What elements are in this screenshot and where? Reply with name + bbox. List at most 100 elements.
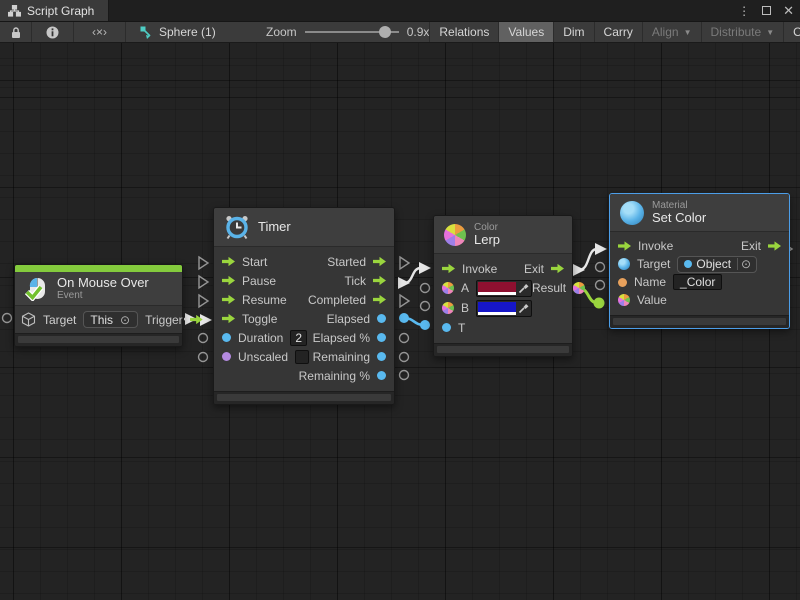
port-lerp-b-in: [421, 302, 430, 311]
exit-port-label: Exit: [524, 262, 544, 276]
toolbar-button-align[interactable]: Align▼: [643, 22, 702, 42]
timer-output-label: Completed: [308, 293, 366, 307]
zoom-slider[interactable]: [305, 31, 399, 33]
string-port-icon[interactable]: [618, 278, 627, 287]
color-port-icon[interactable]: [573, 282, 585, 294]
wire-tick-to-invoke: [404, 268, 421, 283]
node-footer[interactable]: [15, 333, 182, 346]
port-timer-remaining-out: [400, 353, 409, 362]
toolbar-button-dim[interactable]: Dim: [554, 22, 594, 42]
lock-button[interactable]: [0, 22, 32, 42]
value-port-icon[interactable]: [377, 314, 386, 323]
value-port-icon[interactable]: [222, 333, 231, 342]
name-input[interactable]: _Color: [673, 274, 722, 290]
color-port-icon[interactable]: [442, 302, 454, 314]
flow-arrow-icon[interactable]: [373, 257, 386, 267]
flow-arrow-icon[interactable]: [222, 295, 235, 305]
toolbar-button-overview[interactable]: Overview: [784, 22, 800, 42]
duration-input[interactable]: 2: [290, 330, 307, 346]
zoom-value: 0.9x: [407, 25, 430, 39]
value-port-icon[interactable]: [442, 323, 451, 332]
flow-arrow-icon[interactable]: [551, 264, 564, 274]
flow-arrow-icon[interactable]: [190, 315, 203, 325]
value-port-label: Value: [637, 293, 667, 307]
port-lerp-invoke-in: [419, 262, 431, 274]
timer-input-label: Duration: [238, 331, 283, 345]
color-a-field[interactable]: [476, 280, 532, 297]
value-port-icon[interactable]: [377, 352, 386, 361]
graph-canvas[interactable]: On Mouse Over Event Target This ⊙ Trigge…: [0, 43, 800, 600]
window-menu-icon[interactable]: ⋮: [738, 4, 750, 18]
color-port-icon[interactable]: [442, 282, 454, 294]
zoom-label: Zoom: [266, 25, 297, 39]
bool-port-icon[interactable]: [222, 352, 231, 361]
name-port-label: Name: [634, 275, 666, 289]
port-setcolor-invoke-in: [595, 243, 607, 255]
node-color-lerp[interactable]: Color Lerp Invoke Exit A Result B: [433, 215, 573, 357]
eyedropper-icon[interactable]: [518, 302, 530, 314]
flow-arrow-icon[interactable]: [768, 241, 781, 251]
t-port-label: T: [458, 321, 465, 335]
port-timer-started-out: [400, 257, 409, 269]
object-picker-icon[interactable]: ⊙: [737, 258, 754, 270]
tab-script-graph[interactable]: Script Graph: [0, 0, 109, 21]
node-footer[interactable]: [214, 391, 394, 404]
window-maximize-icon[interactable]: [762, 6, 771, 15]
port-lerp-a-in: [421, 284, 430, 293]
target-object-field[interactable]: Object ⊙: [677, 256, 757, 273]
timer-input-label: Unscaled: [238, 350, 288, 364]
flow-arrow-icon[interactable]: [373, 295, 386, 305]
window-close-icon[interactable]: ✕: [783, 3, 794, 19]
lock-icon: [10, 26, 22, 39]
color-b-field[interactable]: [476, 300, 532, 317]
graph-target-selector[interactable]: Sphere (1): [140, 25, 232, 39]
zoom-slider-handle[interactable]: [379, 26, 391, 38]
material-port-icon[interactable]: [618, 258, 630, 270]
flow-arrow-icon[interactable]: [222, 257, 235, 267]
port-lerp-exit-out: [573, 264, 585, 276]
node-on-mouse-over[interactable]: On Mouse Over Event Target This ⊙ Trigge…: [14, 264, 183, 347]
port-lerp-t-in: [420, 320, 430, 330]
node-footer[interactable]: [434, 343, 572, 356]
mouse-over-icon: [25, 277, 49, 301]
node-footer[interactable]: [610, 315, 789, 328]
flow-arrow-icon[interactable]: [222, 276, 235, 286]
code-view-button[interactable]: ‹×›: [74, 22, 126, 42]
node-title: Lerp: [474, 233, 500, 247]
result-port-label: Result: [532, 281, 566, 295]
info-button[interactable]: [32, 22, 74, 42]
toolbar-button-distribute[interactable]: Distribute▼: [702, 22, 785, 42]
flow-arrow-icon[interactable]: [442, 264, 455, 274]
node-set-color[interactable]: Material Set Color Invoke Exit Target Ob…: [609, 193, 790, 329]
graph-toolbar: ‹×› Sphere (1) Zoom 0.9x Relations Value…: [0, 21, 800, 43]
graph-target-label: Sphere (1): [159, 25, 216, 39]
port-setcolor-name-in: [596, 281, 605, 290]
window-tab-bar: Script Graph ⋮ ✕: [0, 0, 800, 21]
port-timer-elapsed-out: [399, 313, 409, 323]
port-timer-tick-out: [398, 277, 410, 289]
timer-output-label: Elapsed: [327, 312, 370, 326]
material-sphere-icon: [620, 201, 644, 225]
node-timer[interactable]: Timer Start Started Pause Tick Resume Co…: [213, 207, 395, 405]
port-timer-completed-out: [400, 295, 409, 307]
eyedropper-icon[interactable]: [518, 282, 530, 294]
port-setcolor-target-in: [596, 263, 605, 272]
port-timer-duration-in: [199, 334, 208, 343]
port-timer-unscaled-in: [199, 353, 208, 362]
color-port-icon[interactable]: [618, 294, 630, 306]
toolbar-button-relations[interactable]: Relations: [429, 22, 499, 42]
toolbar-button-values[interactable]: Values: [499, 22, 554, 42]
object-picker-icon[interactable]: ⊙: [117, 314, 133, 326]
flow-arrow-icon[interactable]: [373, 276, 386, 286]
target-self-toggle[interactable]: This ⊙: [83, 311, 138, 328]
timer-output-label: Remaining %: [299, 369, 370, 383]
unscaled-checkbox[interactable]: [295, 350, 309, 364]
node-subtitle: Event: [57, 290, 149, 301]
flow-arrow-icon[interactable]: [222, 314, 235, 324]
toolbar-button-carry[interactable]: Carry: [595, 22, 643, 42]
timer-output-label: Remaining: [313, 350, 370, 364]
value-port-icon[interactable]: [377, 333, 386, 342]
value-port-icon[interactable]: [377, 371, 386, 380]
timer-output-label: Tick: [344, 274, 366, 288]
flow-arrow-icon[interactable]: [618, 241, 631, 251]
